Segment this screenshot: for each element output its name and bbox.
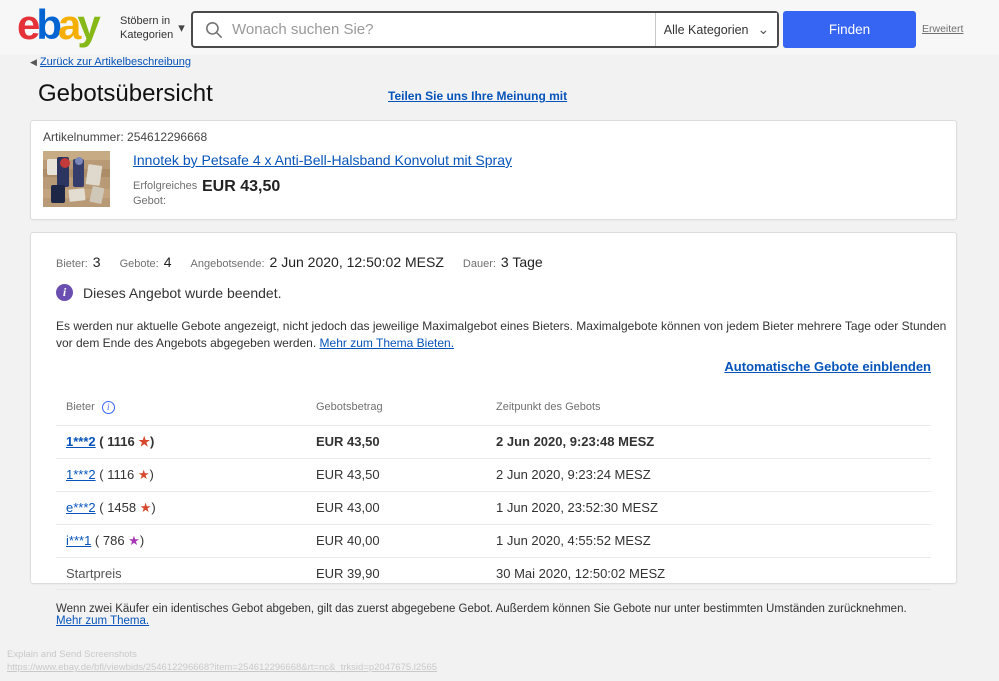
- ended-notice-text: Dieses Angebot wurde beendet.: [83, 285, 281, 301]
- column-bidder-label: Bieter: [66, 401, 95, 413]
- browse-label-line2: Kategorien: [120, 28, 173, 42]
- bidder-link[interactable]: i***1: [66, 533, 91, 548]
- winning-bid-label: Erfolgreiches Gebot:: [133, 179, 199, 209]
- find-button[interactable]: Finden: [783, 11, 916, 48]
- browse-categories-dropdown[interactable]: Stöbern in Kategorien ▾: [120, 14, 185, 43]
- more-info-link[interactable]: Mehr zum Thema.: [56, 615, 149, 627]
- item-number-value: 254612296668: [127, 130, 207, 144]
- page-title: Gebotsübersicht: [38, 80, 213, 108]
- end-time-value: 2 Jun 2020, 12:50:02 MESZ: [270, 254, 444, 270]
- start-price-row: Startpreis EUR 39,90 30 Mai 2020, 12:50:…: [56, 557, 931, 590]
- search-bar: Alle Kategorien ⌄: [191, 11, 779, 48]
- browse-label-line1: Stöbern in: [120, 14, 173, 28]
- bid-row: 1***2 ( 1116 ★) EUR 43,50 2 Jun 2020, 9:…: [56, 425, 931, 458]
- feedback-star-icon: ★: [128, 533, 140, 548]
- bidder-info-icon[interactable]: i: [102, 401, 115, 414]
- tie-bid-footnote: Wenn zwei Käufer ein identisches Gebot a…: [56, 603, 931, 627]
- back-arrow-icon: ◀: [30, 57, 37, 68]
- bids-count: 4: [164, 254, 172, 270]
- ended-notice: i Dieses Angebot wurde beendet.: [56, 284, 931, 301]
- advanced-search-link[interactable]: Erweitert: [922, 23, 963, 35]
- end-time-label: Angebotsende:: [191, 258, 265, 270]
- bid-amount: EUR 43,50: [316, 434, 496, 449]
- bid-amount: EUR 39,90: [316, 566, 496, 581]
- bid-table-header: Bieter i Gebotsbetrag Zeitpunkt des Gebo…: [56, 401, 931, 425]
- bidder-link[interactable]: e***2: [66, 500, 96, 515]
- bid-row: i***1 ( 786 ★) EUR 40,00 1 Jun 2020, 4:5…: [56, 524, 931, 557]
- bid-time: 1 Jun 2020, 4:55:52 MESZ: [496, 533, 931, 548]
- search-input[interactable]: [232, 15, 655, 45]
- item-title-link[interactable]: Innotek by Petsafe 4 x Anti-Bell-Halsban…: [133, 152, 512, 168]
- feedback-link[interactable]: Teilen Sie uns Ihre Meinung mit: [388, 89, 567, 103]
- bid-amount: EUR 43,50: [316, 467, 496, 482]
- more-about-bidding-link[interactable]: Mehr zum Thema Bieten.: [320, 336, 455, 350]
- bids-explanation: Es werden nur aktuelle Gebote angezeigt,…: [56, 318, 950, 353]
- bid-time: 1 Jun 2020, 23:52:30 MESZ: [496, 500, 931, 515]
- search-icon: [205, 21, 223, 39]
- feedback-score: ( 786: [95, 533, 128, 548]
- bid-amount: EUR 43,00: [316, 500, 496, 515]
- bid-time: 2 Jun 2020, 9:23:24 MESZ: [496, 467, 931, 482]
- page-url-text: https://www.ebay.de/bfl/viewbids/2546122…: [7, 661, 437, 674]
- feedback-score: ( 1116: [99, 467, 138, 482]
- logo-letter-e: e: [17, 4, 36, 46]
- start-price-label: Startpreis: [66, 566, 316, 581]
- header-bar: ebay Stöbern in Kategorien ▾ Alle Katego…: [0, 0, 999, 55]
- column-amount-label: Gebotsbetrag: [316, 401, 496, 413]
- bid-history-card: Bieter: 3 Gebote: 4 Angebotsende: 2 Jun 202…: [30, 232, 957, 584]
- item-number-label: Artikelnummer:: [43, 130, 124, 144]
- logo-letter-a: a: [58, 4, 77, 46]
- category-select[interactable]: Alle Kategorien ⌄: [655, 13, 777, 46]
- winning-bid-amount: EUR 43,50: [202, 178, 280, 209]
- bidders-count: 3: [93, 254, 101, 270]
- back-link-label: Zurück zur Artikelbeschreibung: [40, 56, 191, 68]
- duration-label: Dauer:: [463, 258, 496, 270]
- extension-name-text: Explain and Send Screenshots: [7, 648, 437, 661]
- bidder-link[interactable]: 1***2: [66, 467, 96, 482]
- logo-letter-y: y: [77, 4, 96, 46]
- bid-time: 2 Jun 2020, 9:23:48 MESZ: [496, 434, 931, 449]
- category-select-value: Alle Kategorien: [664, 23, 749, 37]
- bidder-link[interactable]: 1***2: [66, 434, 96, 449]
- item-summary-card: Artikelnummer: 254612296668 Innotek by P…: [30, 120, 957, 220]
- ebay-logo[interactable]: ebay: [17, 4, 97, 46]
- caret-down-icon: ▾: [178, 20, 185, 36]
- show-automatic-bids-link[interactable]: Automatische Gebote einblenden: [724, 359, 931, 374]
- feedback-score: ( 1458: [99, 500, 139, 515]
- bid-row: 1***2 ( 1116 ★) EUR 43,50 2 Jun 2020, 9:…: [56, 458, 931, 491]
- feedback-score: ( 1116: [99, 434, 138, 449]
- bids-label: Gebote:: [120, 258, 159, 270]
- bids-explanation-text: Es werden nur aktuelle Gebote angezeigt,…: [56, 319, 946, 350]
- back-to-item-link[interactable]: ◀Zurück zur Artikelbeschreibung: [30, 56, 191, 68]
- info-icon: i: [56, 284, 73, 301]
- column-time-label: Zeitpunkt des Gebots: [496, 401, 931, 413]
- logo-letter-b: b: [36, 4, 58, 46]
- feedback-star-icon: ★: [138, 467, 150, 482]
- duration-value: 3 Tage: [501, 254, 543, 270]
- bidders-label: Bieter:: [56, 258, 88, 270]
- item-thumbnail[interactable]: [43, 151, 110, 207]
- feedback-star-icon: ★: [140, 500, 152, 515]
- bid-amount: EUR 40,00: [316, 533, 496, 548]
- tie-bid-footnote-text: Wenn zwei Käufer ein identisches Gebot a…: [56, 603, 907, 615]
- bid-row: e***2 ( 1458 ★) EUR 43,00 1 Jun 2020, 23…: [56, 491, 931, 524]
- screenshot-extension-overlay: Explain and Send Screenshots https://www…: [7, 648, 437, 675]
- auction-stats: Bieter: 3 Gebote: 4 Angebotsende: 2 Jun 202…: [56, 254, 931, 270]
- chevron-down-icon: ⌄: [758, 25, 770, 33]
- feedback-star-icon: ★: [138, 434, 150, 449]
- bid-time: 30 Mai 2020, 12:50:02 MESZ: [496, 566, 931, 581]
